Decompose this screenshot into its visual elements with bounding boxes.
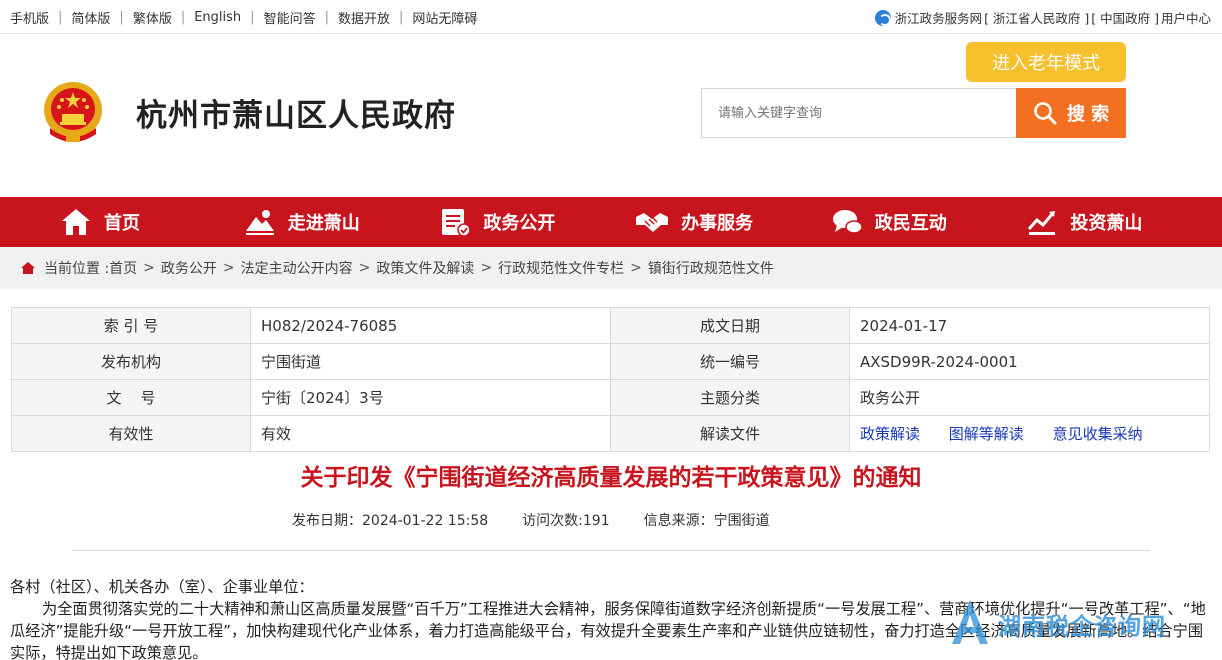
visit-count: 访问次数:191 (522, 513, 610, 529)
publish-date: 发布日期：2024-01-22 15:58 (292, 513, 489, 529)
meta-value: AXSD99R-2024-0001 (849, 343, 1210, 380)
separator: | (58, 10, 63, 25)
breadcrumb-item[interactable]: 行政规范性文件专栏 (498, 258, 624, 278)
breadcrumb: 当前位置 : 首页 > 政务公开 > 法定主动公开内容 > 政策文件及解读 > … (0, 247, 1222, 289)
link-traditional[interactable]: 繁体版 (133, 8, 172, 27)
breadcrumb-item[interactable]: 法定主动公开内容 (241, 258, 353, 278)
meta-value: 宁围街道 (250, 343, 611, 380)
table-row: 发布机构 宁围街道 统一编号 AXSD99R-2024-0001 (11, 343, 1210, 380)
watermark: 湖南税企咨询网 (950, 598, 1166, 650)
nav-item-gov-affairs[interactable]: 政务公开 (439, 197, 635, 247)
chat-icon (832, 210, 863, 234)
nav-label: 投资萧山 (1070, 213, 1143, 234)
link-open-data[interactable]: 数据开放 (338, 8, 390, 27)
nav-label: 首页 (104, 213, 140, 234)
meta-label: 成文日期 (610, 307, 850, 344)
main-nav: 首页 走进萧山 政务公开 办事服务 政民互动 投资萧山 (0, 197, 1222, 247)
chart-icon (1028, 211, 1056, 235)
link-feedback-adoption[interactable]: 意见收集采纳 (1053, 425, 1143, 443)
document-info: 发布日期：2024-01-22 15:58 访问次数:191 信息来源：宁围街道 (292, 510, 804, 530)
meta-value: 政务公开 (849, 379, 1210, 416)
meta-value: H082/2024-76085 (250, 307, 611, 344)
nav-label: 走进萧山 (287, 213, 360, 234)
breadcrumb-separator: > (143, 260, 155, 276)
watermark-text: 湖南税企咨询网 (998, 614, 1166, 640)
link-accessibility[interactable]: 网站无障碍 (412, 8, 477, 27)
breadcrumb-item[interactable]: 政务公开 (161, 258, 217, 278)
nav-item-about[interactable]: 走进萧山 (244, 197, 440, 247)
nav-label: 政务公开 (483, 213, 556, 234)
document-meta-table: 索 引 号 H082/2024-76085 成文日期 2024-01-17 发布… (11, 307, 1210, 452)
breadcrumb-separator: > (222, 260, 235, 276)
nav-item-invest[interactable]: 投资萧山 (1026, 197, 1222, 247)
meta-label: 文 号 (11, 379, 251, 416)
link-zj-gov[interactable]: [ 浙江省人民政府 ] (984, 8, 1089, 27)
breadcrumb-item[interactable]: 政策文件及解读 (376, 258, 474, 278)
link-smart-qa[interactable]: 智能问答 (264, 8, 316, 27)
nav-item-services[interactable]: 办事服务 (635, 197, 831, 247)
meta-label: 有效性 (11, 415, 251, 452)
elder-mode-button[interactable]: 进入老年模式 (966, 42, 1126, 82)
handshake-icon (636, 213, 669, 232)
meta-label: 解读文件 (610, 415, 850, 452)
table-row: 有效性 有效 解读文件 政策解读 图解等解读 意见收集采纳 (11, 415, 1210, 452)
meta-label: 发布机构 (11, 343, 251, 380)
search-button-label: 搜 索 (1066, 104, 1110, 125)
salutation: 各村（社区）、机关各办（室）、企事业单位： (10, 578, 314, 596)
search-button[interactable]: 搜 索 (1016, 88, 1126, 138)
breadcrumb-separator: > (480, 260, 493, 276)
link-simplified[interactable]: 简体版 (71, 8, 110, 27)
link-english[interactable]: English (194, 10, 241, 25)
document-icon (442, 209, 472, 237)
watermark-logo (950, 598, 990, 650)
nav-label: 政民互动 (874, 213, 947, 234)
top-right-links: 浙江政务服务网 [ 浙江省人民政府 ] [ 中国政府 ] 用户中心 (874, 8, 1211, 27)
divider (72, 550, 1150, 551)
table-row: 索 引 号 H082/2024-76085 成文日期 2024-01-17 (11, 307, 1210, 344)
meta-value: 有效 (250, 415, 611, 452)
breadcrumb-separator: > (630, 260, 642, 276)
table-row: 文 号 宁街〔2024〕3号 主题分类 政务公开 (11, 379, 1210, 416)
link-graphic-interpretation[interactable]: 图解等解读 (949, 425, 1024, 443)
home-icon (62, 209, 90, 235)
breadcrumb-item[interactable]: 镇街行政规范性文件 (648, 258, 774, 278)
nav-label: 办事服务 (681, 213, 754, 234)
link-policy-interpretation[interactable]: 政策解读 (860, 425, 920, 443)
link-user-center[interactable]: 用户中心 (1161, 8, 1211, 27)
link-zj-service[interactable]: 浙江政务服务网 (895, 8, 983, 27)
top-left-links: 手机版 | 简体版 | 繁体版 | English | 智能问答 | 数据开放 … (10, 8, 477, 27)
link-mobile[interactable]: 手机版 (10, 8, 49, 27)
site-title: 杭州市萧山区人民政府 (136, 98, 456, 134)
separator: | (119, 10, 124, 25)
meta-label: 索 引 号 (11, 307, 251, 344)
separator: | (180, 10, 186, 25)
meta-value: 2024-01-17 (849, 307, 1210, 344)
interpretation-links: 政策解读 图解等解读 意见收集采纳 (849, 415, 1210, 452)
search-icon (1034, 102, 1057, 125)
breadcrumb-item[interactable]: 首页 (109, 258, 137, 278)
breadcrumb-prefix: 当前位置 : (44, 261, 110, 277)
meta-value: 宁街〔2024〕3号 (250, 379, 611, 416)
document-title: 关于印发《宁围街道经济高质量发展的若干政策意见》的通知 (300, 465, 922, 491)
separator: | (324, 10, 329, 25)
top-utility-bar: 手机版 | 简体版 | 繁体版 | English | 智能问答 | 数据开放 … (0, 0, 1222, 34)
separator: | (398, 10, 404, 25)
zhejiang-service-icon (874, 9, 891, 26)
nav-item-interaction[interactable]: 政民互动 (831, 197, 1027, 247)
national-emblem-logo (42, 80, 104, 146)
info-source: 信息来源：宁围街道 (643, 513, 770, 529)
meta-label: 统一编号 (610, 343, 850, 380)
search-input[interactable] (701, 88, 1017, 138)
breadcrumb-home-icon (21, 262, 35, 274)
breadcrumb-separator: > (358, 260, 371, 276)
meta-label: 主题分类 (610, 379, 850, 416)
landscape-icon (245, 210, 274, 235)
nav-item-home[interactable]: 首页 (0, 197, 244, 247)
separator: | (250, 10, 255, 25)
link-china-gov[interactable]: [ 中国政府 ] (1091, 8, 1159, 27)
